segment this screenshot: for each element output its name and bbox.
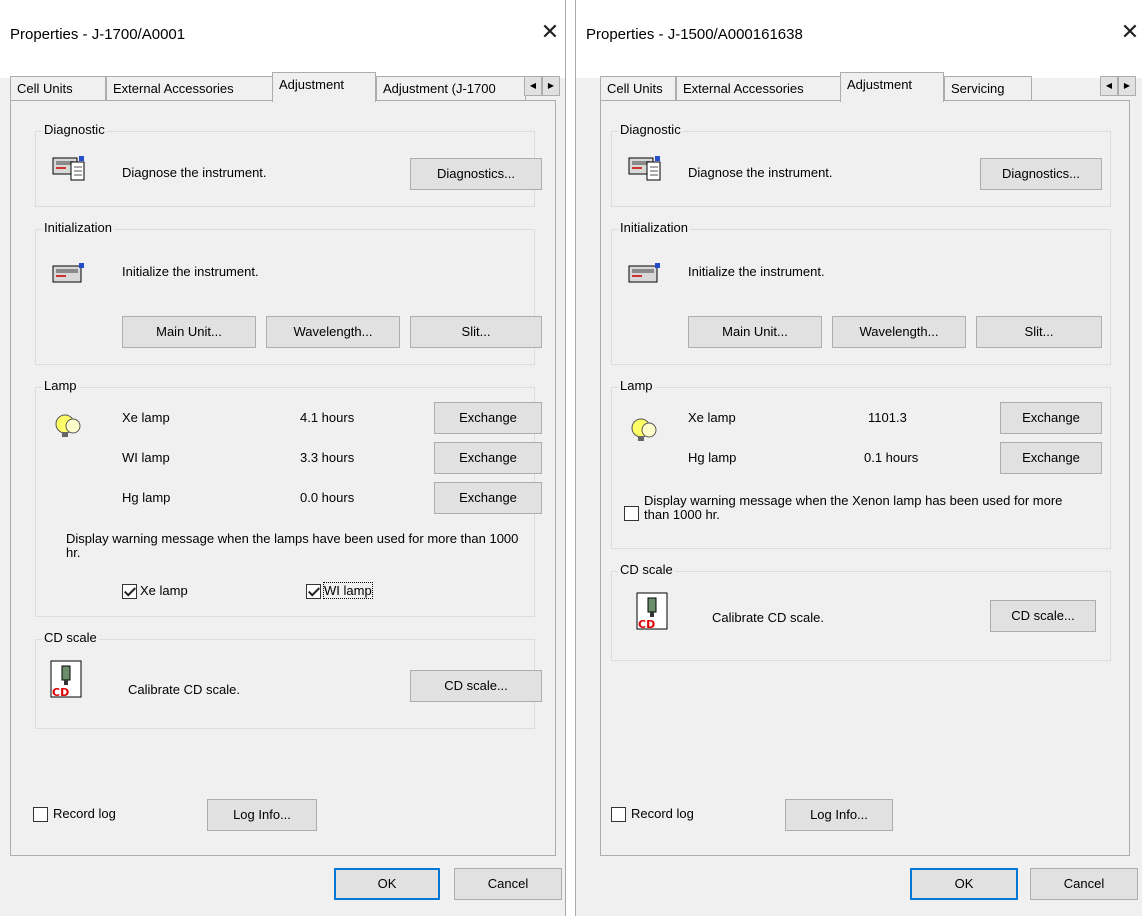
tab-scroll-left-icon[interactable]: ◀ [1100, 76, 1118, 96]
title-bar: Properties - J-1700/A0001 ✕ [0, 0, 565, 78]
group-title: CD scale [618, 562, 675, 577]
group-title: Diagnostic [42, 122, 107, 137]
properties-dialog-j1700: Properties - J-1700/A0001 ✕ Cell Units E… [0, 0, 566, 916]
close-icon[interactable]: ✕ [536, 18, 564, 46]
record-log-checkbox[interactable] [33, 807, 48, 822]
tab-scroll-buttons: ◀ ▶ [524, 76, 560, 98]
cd-scale-icon: CD [50, 660, 82, 699]
lamp-group: Lamp Xe lamp 1101.3 Exchange Hg lamp 0.1… [611, 378, 1111, 549]
close-icon[interactable]: ✕ [1116, 18, 1142, 46]
tab-servicing[interactable]: Servicing [944, 76, 1032, 100]
group-title: Lamp [42, 378, 79, 393]
group-title: Initialization [618, 220, 690, 235]
cd-scale-text: Calibrate CD scale. [128, 682, 240, 697]
main-unit-button[interactable]: Main Unit... [122, 316, 256, 348]
cd-scale-button[interactable]: CD scale... [410, 670, 542, 702]
record-log-label: Record log [631, 806, 694, 821]
lamp-warning-text: Display warning message when the lamps h… [66, 531, 519, 560]
group-title: CD scale [42, 630, 99, 645]
lamp-bulbs-icon [631, 418, 657, 441]
lamp-name-wi: WI lamp [122, 450, 170, 465]
initialization-text: Initialize the instrument. [688, 264, 825, 279]
group-title: Initialization [42, 220, 114, 235]
xe-lamp-checkbox-label: Xe lamp [140, 583, 188, 598]
group-title: Diagnostic [618, 122, 683, 137]
svg-text:CD: CD [638, 618, 655, 631]
cd-scale-group: CD scale CD Calibrate CD scale. CD scale… [35, 630, 542, 729]
exchange-xe-button[interactable]: Exchange [434, 402, 542, 434]
lamp-bulbs-icon [55, 414, 81, 437]
tab-panel: Diagnostic Diagnose the instrument. Diag… [10, 100, 556, 856]
record-log-checkbox[interactable] [611, 807, 626, 822]
instrument-icon [52, 263, 84, 283]
exchange-hg-button[interactable]: Exchange [1000, 442, 1102, 474]
cancel-button[interactable]: Cancel [1030, 868, 1138, 900]
diagnostic-text: Diagnose the instrument. [122, 165, 267, 180]
log-info-button[interactable]: Log Info... [785, 799, 893, 831]
group-title: Lamp [618, 378, 655, 393]
initialization-text: Initialize the instrument. [122, 264, 259, 279]
instrument-icon [52, 156, 85, 181]
dialog-title: Properties - J-1500/A000161638 [586, 26, 803, 43]
diagnostic-text: Diagnose the instrument. [688, 165, 833, 180]
cd-scale-button[interactable]: CD scale... [990, 600, 1096, 632]
lamp-warning-text: Display warning message when the Xenon l… [644, 493, 1063, 522]
tab-scroll-buttons: ◀ ▶ [1100, 76, 1136, 98]
xe-lamp-checkbox[interactable] [122, 584, 137, 599]
lamp-group: Lamp Xe lamp 4.1 hours Exchange WI lamp … [35, 378, 542, 617]
dialog-title: Properties - J-1700/A0001 [10, 26, 186, 43]
lamp-hours-wi: 3.3 hours [300, 450, 355, 465]
cd-scale-icon: CD [636, 592, 668, 631]
cd-scale-group: CD scale CD Calibrate CD scale. CD scale… [611, 562, 1111, 661]
tab-adjustment[interactable]: Adjustment [272, 72, 376, 102]
slit-button[interactable]: Slit... [410, 316, 542, 348]
tab-panel: Diagnostic Diagnose the instrument. Diag… [600, 100, 1130, 856]
diagnostics-button[interactable]: Diagnostics... [980, 158, 1102, 190]
diagnostic-group: Diagnostic Diagnose the instrument. Diag… [35, 122, 542, 207]
tab-external-accessories[interactable]: External Accessories [106, 76, 274, 100]
ok-button[interactable]: OK [334, 868, 440, 900]
lamp-name-xe: Xe lamp [688, 410, 736, 425]
lamp-hours-xe: 1101.3 [868, 410, 907, 425]
tab-cell-units[interactable]: Cell Units [600, 76, 676, 100]
cd-scale-text: Calibrate CD scale. [712, 610, 824, 625]
title-bar: Properties - J-1500/A000161638 ✕ [576, 0, 1142, 78]
instrument-icon [628, 263, 660, 283]
tab-scroll-left-icon[interactable]: ◀ [524, 76, 542, 96]
properties-dialog-j1500: Properties - J-1500/A000161638 ✕ Cell Un… [575, 0, 1142, 916]
initialization-group: Initialization Initialize the instrument… [35, 220, 542, 365]
initialization-group: Initialization Initialize the instrument… [611, 220, 1111, 365]
tab-cell-units[interactable]: Cell Units [10, 76, 106, 100]
wavelength-button[interactable]: Wavelength... [266, 316, 400, 348]
tab-scroll-right-icon[interactable]: ▶ [1118, 76, 1136, 96]
main-unit-button[interactable]: Main Unit... [688, 316, 822, 348]
lamp-name-xe: Xe lamp [122, 410, 170, 425]
record-log-label: Record log [53, 806, 116, 821]
log-info-button[interactable]: Log Info... [207, 799, 317, 831]
xenon-warning-checkbox[interactable] [624, 506, 639, 521]
ok-button[interactable]: OK [910, 868, 1018, 900]
exchange-hg-button[interactable]: Exchange [434, 482, 542, 514]
tab-external-accessories[interactable]: External Accessories [676, 76, 842, 100]
tab-adjustment-j1700[interactable]: Adjustment (J-1700 [376, 76, 526, 100]
lamp-name-hg: Hg lamp [688, 450, 737, 465]
diagnostic-group: Diagnostic Diagnose the instrument. Diag… [611, 122, 1111, 207]
svg-text:CD: CD [52, 686, 69, 699]
lamp-hours-hg: 0.1 hours [864, 450, 919, 465]
cancel-button[interactable]: Cancel [454, 868, 562, 900]
tab-adjustment[interactable]: Adjustment [840, 72, 944, 102]
wavelength-button[interactable]: Wavelength... [832, 316, 966, 348]
wi-lamp-checkbox-label: WI lamp [323, 582, 373, 599]
exchange-wi-button[interactable]: Exchange [434, 442, 542, 474]
tab-scroll-right-icon[interactable]: ▶ [542, 76, 560, 96]
slit-button[interactable]: Slit... [976, 316, 1102, 348]
diagnostics-button[interactable]: Diagnostics... [410, 158, 542, 190]
lamp-hours-hg: 0.0 hours [300, 490, 355, 505]
instrument-icon [628, 156, 661, 181]
diagnostics-button-label: Diagnostics... [436, 166, 516, 181]
exchange-xe-button[interactable]: Exchange [1000, 402, 1102, 434]
wi-lamp-checkbox[interactable] [306, 584, 321, 599]
lamp-hours-xe: 4.1 hours [300, 410, 355, 425]
lamp-name-hg: Hg lamp [122, 490, 171, 505]
